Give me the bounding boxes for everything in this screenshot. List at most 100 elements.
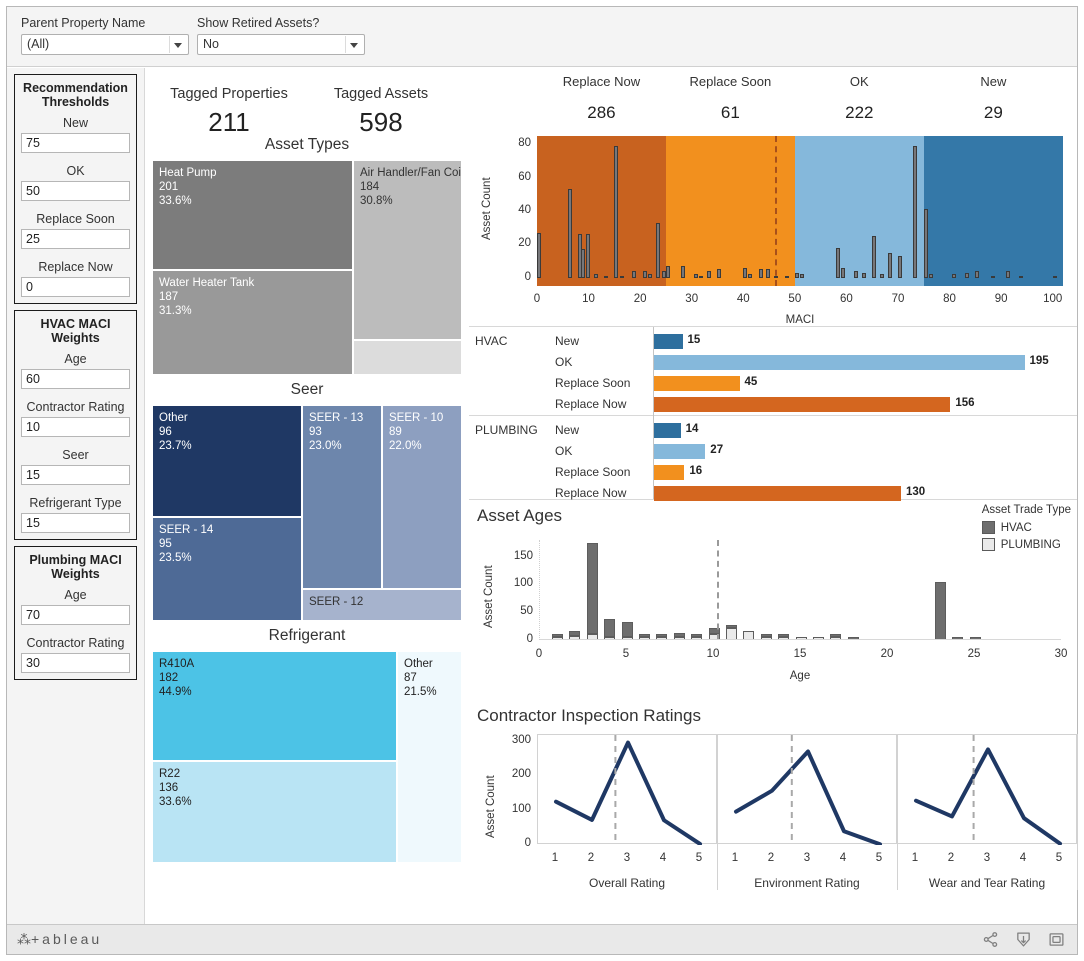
ages-bar-hvac[interactable] — [726, 625, 737, 628]
maci-bar[interactable] — [717, 269, 721, 277]
maci-bar[interactable] — [620, 276, 624, 278]
maci-bar[interactable] — [929, 274, 933, 277]
maci-bar[interactable] — [707, 271, 711, 278]
download-icon[interactable] — [1015, 931, 1032, 948]
maci-bar[interactable] — [862, 273, 866, 278]
treemap-cell[interactable]: Water Heater Tank18731.3% — [152, 270, 353, 375]
ages-bar-hvac[interactable] — [622, 622, 633, 637]
maci-bar[interactable] — [604, 276, 608, 278]
maci-bar[interactable] — [632, 271, 636, 278]
maci-bar[interactable] — [800, 274, 804, 277]
share-icon[interactable] — [982, 931, 999, 948]
ages-bar-hvac[interactable] — [656, 634, 667, 637]
maci-bar[interactable] — [913, 146, 917, 278]
ages-bar-hvac[interactable] — [778, 634, 789, 637]
rating-panel-2[interactable] — [897, 734, 1077, 844]
ages-bar-hvac[interactable] — [569, 631, 580, 636]
maci-bar[interactable] — [785, 276, 789, 278]
treemap-cell[interactable]: R410A18244.9% — [152, 651, 397, 761]
maci-plot[interactable] — [537, 136, 1063, 286]
maci-bar[interactable] — [1053, 276, 1057, 278]
parameter-input[interactable]: 0 — [21, 277, 130, 297]
maci-chart-area[interactable]: Asset Count02040608001020304050607080901… — [469, 128, 1077, 326]
maci-bar[interactable] — [699, 276, 703, 278]
maci-bar[interactable] — [924, 209, 928, 277]
parameter-input[interactable]: 15 — [21, 513, 130, 533]
parameter-input[interactable]: 15 — [21, 465, 130, 485]
ages-bar-hvac[interactable] — [604, 619, 615, 636]
trade-type-status-viz[interactable]: HVACNew15OK195Replace Soon45Replace Now1… — [469, 326, 1077, 500]
maci-bar[interactable] — [888, 253, 892, 278]
filter-dropdown[interactable]: No — [197, 34, 365, 55]
parameter-input[interactable]: 70 — [21, 605, 130, 625]
treemap-cell[interactable]: R2213633.6% — [152, 761, 397, 863]
trade-bar[interactable] — [654, 397, 950, 412]
trade-bar-row[interactable]: Replace Soon45 — [469, 373, 1077, 394]
ages-bar-hvac[interactable] — [761, 634, 772, 637]
maci-bar[interactable] — [1019, 276, 1023, 278]
maci-bar[interactable] — [648, 274, 652, 277]
trade-bar-row[interactable]: OK27 — [469, 441, 1077, 462]
maci-bar[interactable] — [766, 269, 770, 277]
maci-bar[interactable] — [581, 249, 585, 277]
maci-bar[interactable] — [898, 256, 902, 278]
maci-bar[interactable] — [991, 276, 995, 278]
treemap-cell[interactable]: SEER - 12 — [302, 589, 462, 621]
maci-bar[interactable] — [1006, 271, 1010, 278]
ages-bar-hvac[interactable] — [935, 582, 946, 640]
maci-bar[interactable] — [568, 189, 572, 277]
trade-bar-row[interactable]: PLUMBINGNew14 — [469, 420, 1077, 441]
ages-bar-hvac[interactable] — [674, 633, 685, 637]
trade-bar[interactable] — [654, 486, 901, 501]
maci-bar[interactable] — [537, 233, 541, 278]
tableau-logo[interactable]: ⁂+ableau — [17, 931, 102, 948]
maci-histogram-viz[interactable]: Replace Now286Replace Soon61OK222New29 A… — [469, 68, 1077, 326]
maci-bar[interactable] — [965, 273, 969, 278]
parameter-input[interactable]: 75 — [21, 133, 130, 153]
treemap-cell[interactable]: SEER - 108922.0% — [382, 405, 462, 589]
maci-bar[interactable] — [872, 236, 876, 278]
maci-bar[interactable] — [841, 268, 845, 278]
filter-dropdown[interactable]: (All) — [21, 34, 189, 55]
maci-bar[interactable] — [681, 266, 685, 278]
rating-panel-1[interactable] — [717, 734, 897, 844]
maci-bar[interactable] — [880, 274, 884, 277]
asset-ages-viz[interactable]: Asset Ages Asset Trade Type HVAC PLUMBIN… — [469, 500, 1077, 700]
trade-bar[interactable] — [654, 465, 684, 480]
fullscreen-icon[interactable] — [1048, 931, 1065, 948]
maci-bar[interactable] — [836, 248, 840, 278]
parameter-input[interactable]: 10 — [21, 417, 130, 437]
trade-bar[interactable] — [654, 423, 681, 438]
treemap-cell[interactable] — [353, 340, 462, 375]
contractor-ratings-viz[interactable]: Contractor Inspection Ratings Asset Coun… — [469, 700, 1077, 905]
trade-bar[interactable] — [654, 376, 740, 391]
parameter-input[interactable]: 25 — [21, 229, 130, 249]
treemap-cell[interactable]: Other8721.5% — [397, 651, 462, 863]
trade-bar[interactable] — [654, 355, 1025, 370]
treemap-cell[interactable]: Air Handler/Fan Coil18430.8% — [353, 160, 462, 340]
treemap-cell[interactable]: Heat Pump20133.6% — [152, 160, 353, 270]
maci-bar[interactable] — [975, 271, 979, 278]
trade-bar[interactable] — [654, 334, 683, 349]
ages-bar-hvac[interactable] — [639, 634, 650, 637]
treemap-cell[interactable]: Other9623.7% — [152, 405, 302, 517]
maci-bar[interactable] — [748, 274, 752, 277]
maci-bar[interactable] — [666, 266, 670, 278]
trade-bar-row[interactable]: Replace Now156 — [469, 394, 1077, 415]
trade-bar-row[interactable]: HVACNew15 — [469, 331, 1077, 352]
treemap[interactable]: Heat Pump20133.6%Water Heater Tank18731.… — [152, 160, 462, 375]
maci-bar[interactable] — [694, 274, 698, 277]
treemap-cell[interactable]: SEER - 149523.5% — [152, 517, 302, 621]
maci-bar[interactable] — [854, 271, 858, 278]
maci-bar[interactable] — [643, 271, 647, 278]
contractor-ratings-chart-area[interactable]: Asset Count010020030012345Overall Rating… — [469, 726, 1077, 896]
rating-panel-0[interactable] — [537, 734, 717, 844]
parameter-input[interactable]: 60 — [21, 369, 130, 389]
asset-ages-chart-area[interactable]: Asset Count050100150051015202530Age — [469, 526, 1077, 691]
parameter-input[interactable]: 50 — [21, 181, 130, 201]
asset-ages-plot[interactable] — [539, 540, 1061, 640]
ages-bar-hvac[interactable] — [552, 634, 563, 637]
trade-bar-row[interactable]: Replace Soon16 — [469, 462, 1077, 483]
trade-bar[interactable] — [654, 444, 705, 459]
treemap[interactable]: R410A18244.9%R2213633.6%Other8721.5% — [152, 651, 462, 863]
